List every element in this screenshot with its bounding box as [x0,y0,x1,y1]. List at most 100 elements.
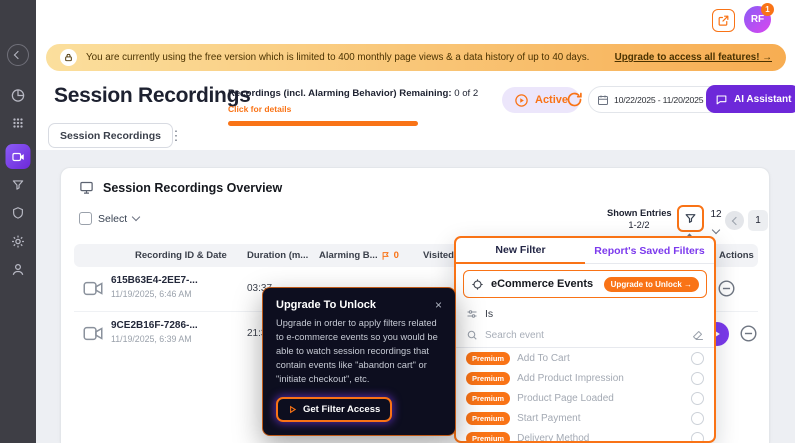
col-alarming[interactable]: Alarming B... 0 [319,244,399,267]
search-icon [466,329,478,341]
page-title: Session Recordings [54,84,251,107]
remove-recording-button[interactable] [739,324,758,343]
recording-date: 11/19/2025, 6:46 AM [111,289,192,299]
ai-assistant-button[interactable]: AI Assistant [706,85,795,113]
alarming-count: 0 [393,250,399,261]
banner-message: You are currently using the free version… [86,52,590,63]
overview-icon [79,180,94,195]
select-label: Select [98,212,128,225]
recording-date: 11/19/2025, 6:39 AM [111,334,192,344]
refresh-button[interactable] [566,91,583,108]
pagination-page-1[interactable]: 1 [748,210,768,231]
export-button[interactable] [712,9,735,32]
user-icon[interactable] [11,262,26,277]
event-option-add-product-impression[interactable]: Premium Add Product Impression [456,368,714,388]
chevron-down-icon [131,212,141,222]
tab-menu-button[interactable]: ⋮ [166,123,186,148]
sliders-icon [466,308,478,320]
banner-upgrade-link[interactable]: Upgrade to access all features! → [615,52,772,63]
premium-badge: Premium [466,351,511,365]
event-category-label: eCommerce Events [491,278,594,290]
filter-panel: New Filter Report's Saved Filters eComme… [454,236,716,443]
flag-icon [381,251,391,261]
event-label: Start Payment [517,412,581,424]
ai-assistant-label: AI Assistant [734,93,792,105]
pagination-prev-button[interactable] [725,211,744,230]
play-circle-icon [514,93,529,108]
col-recording-id-date[interactable]: Recording ID & Date [135,244,227,267]
alarming-label: Alarming B... [319,250,378,261]
shown-entries-label: Shown Entries [607,208,672,218]
chevron-left-icon [731,216,740,225]
shield-icon[interactable] [11,206,25,220]
tab-label: Session Recordings [60,129,161,142]
event-option-start-payment[interactable]: Premium Start Payment [456,408,714,428]
event-label: Delivery Method [517,432,590,443]
remaining-label: Recordings (incl. Alarming Behavior) Rem… [228,88,452,99]
premium-badge: Premium [466,431,511,441]
event-option-delivery-method[interactable]: Premium Delivery Method [456,428,714,443]
select-checkbox[interactable] [79,212,92,225]
unlock-badge[interactable]: Upgrade to Unlock → [603,276,699,292]
avatar[interactable]: RF 1 [744,3,774,33]
event-list: Premium Add To Cart Premium Add Product … [456,348,714,443]
remaining-progress-bar [228,121,418,126]
premium-badge: Premium [466,411,511,425]
event-option-product-page-loaded[interactable]: Premium Product Page Loaded [456,388,714,408]
event-radio[interactable] [691,411,704,425]
date-range-picker[interactable]: 10/22/2025 - 11/20/2025 [588,86,724,113]
lock-icon [60,49,77,66]
analytics-icon[interactable] [11,88,26,103]
overview-title: Session Recordings Overview [103,180,283,195]
chevron-down-icon [711,225,721,235]
event-radio[interactable] [691,431,704,441]
select-dropdown[interactable]: Select [79,212,141,225]
event-category-row[interactable]: eCommerce Events Upgrade to Unlock → [463,270,707,298]
tooltip-body: Upgrade in order to apply filters relate… [276,318,438,384]
event-label: Add To Cart [517,352,570,364]
operator-row[interactable]: Is [456,304,714,323]
upgrade-tooltip: Upgrade To Unlock × Upgrade in order to … [262,287,456,436]
page-size-value: 12 [710,209,722,220]
page-size-select[interactable]: 12 [707,209,725,238]
remaining-info: Recordings (incl. Alarming Behavior) Rem… [228,88,478,126]
recording-id[interactable]: 9CE2B16F-7286-... [111,320,198,331]
event-radio[interactable] [691,351,704,365]
clear-search-icon[interactable] [692,329,704,341]
topbar: RF 1 [36,0,795,44]
tooltip-title: Upgrade To Unlock [276,299,377,311]
session-recordings-icon[interactable] [5,144,31,169]
col-actions: Actions [719,250,754,261]
play-outline-icon [288,405,297,414]
click-for-details-link[interactable]: Click for details [228,104,291,114]
premium-badge: Premium [466,371,511,385]
operator-value: Is [485,307,494,320]
shown-entries-value: 1-2/2 [628,220,650,230]
filter-button[interactable] [677,205,704,232]
close-icon[interactable]: × [435,299,442,311]
event-search-input[interactable] [485,329,685,341]
recording-id[interactable]: 615B63E4-2EE7-... [111,275,198,286]
event-radio[interactable] [691,391,704,405]
remove-recording-button[interactable] [717,279,736,298]
target-icon [471,278,484,291]
tab-new-filter[interactable]: New Filter [456,238,585,264]
heatmap-icon[interactable] [11,116,25,130]
active-label: Active [535,94,569,106]
chat-icon [715,93,728,106]
funnel-nav-icon[interactable] [11,178,25,192]
funnel-icon [684,212,697,225]
event-radio[interactable] [691,371,704,385]
event-label: Add Product Impression [517,372,624,384]
get-filter-access-button[interactable]: Get Filter Access [276,396,393,422]
sidebar-collapse-button[interactable] [7,44,29,66]
premium-badge: Premium [466,391,511,405]
event-option-add-to-cart[interactable]: Premium Add To Cart [456,348,714,368]
shown-entries: Shown Entries 1-2/2 [607,208,672,230]
col-duration[interactable]: Duration (m... [247,244,308,267]
chevron-left-icon [13,50,23,60]
gear-icon[interactable] [11,234,26,249]
tab-saved-filters[interactable]: Report's Saved Filters [585,238,714,264]
tab-session-recordings[interactable]: Session Recordings [48,123,173,148]
date-range-value: 10/22/2025 - 11/20/2025 [614,94,704,105]
